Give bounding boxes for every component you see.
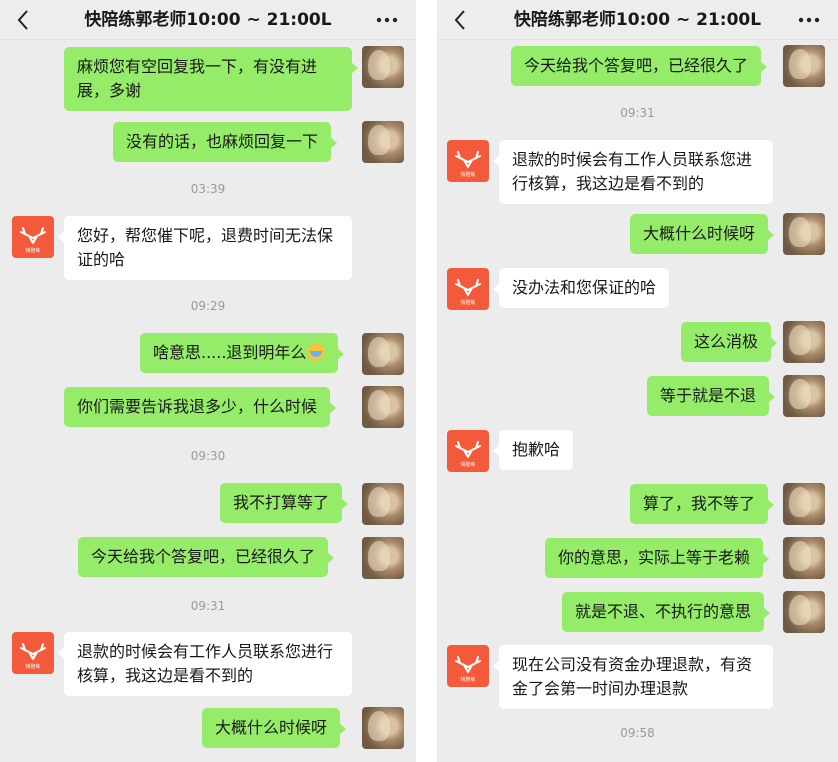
message-bubble-outgoing[interactable]: 你的意思，实际上等于老赖: [545, 538, 770, 578]
agent-logo-text: 快陪练: [25, 247, 40, 254]
timestamp: 09:31: [190, 599, 226, 613]
agent-logo-text: 快陪练: [460, 171, 475, 178]
user-avatar[interactable]: [783, 321, 825, 363]
message-bubble-outgoing[interactable]: 等于就是不退: [647, 376, 776, 416]
grinning-tears-emoji: [307, 343, 326, 361]
message-bubble-outgoing[interactable]: 今天给我个答复吧，已经很久了: [511, 46, 768, 86]
agent-logo-text: 快陪练: [460, 299, 475, 306]
message-text: 啥意思.....退到明年么: [153, 343, 307, 362]
message-bubble-outgoing[interactable]: 今天给我个答复吧，已经很久了: [78, 537, 335, 577]
agent-avatar[interactable]: 快陪练: [447, 430, 489, 472]
chat-title: 快陪练郭老师10:00 ~ 21:00L: [513, 10, 762, 30]
user-avatar[interactable]: [362, 483, 404, 525]
message-bubble-outgoing[interactable]: 算了，我不等了: [630, 484, 775, 524]
message-bubble-incoming[interactable]: 您好，帮您催下呢，退费时间无法保证的哈: [58, 216, 352, 280]
user-avatar[interactable]: [783, 375, 825, 417]
agent-avatar[interactable]: 快陪练: [447, 645, 489, 687]
chat-header: 快陪练郭老师10:00 ~ 21:00L: [437, 0, 838, 40]
user-avatar[interactable]: [783, 591, 825, 633]
timestamp: 09:30: [190, 449, 226, 463]
message-bubble-incoming[interactable]: 退款的时候会有工作人员联系您进行核算，我这边是看不到的: [493, 140, 773, 204]
user-avatar[interactable]: [783, 537, 825, 579]
user-avatar[interactable]: [783, 213, 825, 255]
chevron-left-icon: [17, 10, 28, 30]
chat-title: 快陪练郭老师10:00 ~ 21:00L: [84, 10, 332, 30]
chat-panel-left: 快陪练郭老师10:00 ~ 21:00L 麻烦您有空回复我一下，有没有进展，多谢…: [0, 0, 416, 762]
message-bubble-outgoing[interactable]: 就是不退、不执行的意思: [562, 592, 771, 632]
user-avatar[interactable]: [362, 121, 404, 163]
user-avatar[interactable]: [362, 46, 404, 88]
agent-logo-text: 快陪练: [460, 676, 475, 683]
chevron-left-icon: [454, 10, 465, 30]
user-avatar[interactable]: [362, 386, 404, 428]
message-bubble-incoming[interactable]: 抱歉哈: [492, 430, 574, 470]
timestamp: 09:29: [190, 299, 226, 313]
more-button[interactable]: [796, 6, 822, 34]
agent-logo-text: 快陪练: [25, 663, 40, 670]
deer-logo-icon: 快陪练: [20, 227, 46, 254]
deer-logo-icon: 快陪练: [20, 643, 46, 670]
agent-avatar[interactable]: 快陪练: [12, 632, 54, 674]
message-bubble-incoming[interactable]: 现在公司没有资金办理退款，有资金了会第一时间办理退款: [493, 645, 773, 709]
message-bubble-outgoing[interactable]: 啥意思.....退到明年么: [140, 333, 345, 373]
user-avatar[interactable]: [783, 483, 825, 525]
message-bubble-outgoing[interactable]: 你们需要告诉我退多少，什么时候: [64, 387, 337, 427]
agent-logo-text: 快陪练: [460, 461, 475, 468]
message-bubble-outgoing[interactable]: 大概什么时候呀: [202, 708, 347, 748]
more-dots-icon: [376, 17, 398, 23]
message-bubble-outgoing[interactable]: 我不打算等了: [220, 483, 349, 523]
deer-logo-icon: 快陪练: [455, 151, 481, 178]
back-button[interactable]: [447, 6, 473, 34]
back-button[interactable]: [10, 6, 36, 34]
timestamp: 03:39: [190, 182, 226, 196]
user-avatar[interactable]: [362, 537, 404, 579]
deer-logo-icon: 快陪练: [455, 441, 481, 468]
agent-avatar[interactable]: 快陪练: [447, 140, 489, 182]
chat-header: 快陪练郭老师10:00 ~ 21:00L: [0, 0, 416, 40]
more-dots-icon: [798, 17, 820, 23]
timestamp: 09:31: [620, 106, 655, 120]
timestamp: 09:58: [620, 726, 655, 740]
message-bubble-outgoing[interactable]: 没有的话，也麻烦回复一下: [113, 122, 338, 162]
message-bubble-incoming[interactable]: 退款的时候会有工作人员联系您进行核算，我这边是看不到的: [58, 632, 352, 696]
user-avatar[interactable]: [783, 45, 825, 87]
deer-logo-icon: 快陪练: [455, 279, 481, 306]
agent-avatar[interactable]: 快陪练: [12, 216, 54, 258]
user-avatar[interactable]: [362, 707, 404, 749]
user-avatar[interactable]: [362, 333, 404, 375]
deer-logo-icon: 快陪练: [455, 656, 481, 683]
agent-avatar[interactable]: 快陪练: [447, 268, 489, 310]
message-bubble-outgoing[interactable]: 大概什么时候呀: [630, 214, 775, 254]
chat-panel-right: 快陪练郭老师10:00 ~ 21:00L 今天给我个答复吧，已经很久了 09:3…: [437, 0, 838, 762]
message-bubble-incoming[interactable]: 没办法和您保证的哈: [492, 268, 670, 308]
more-button[interactable]: [374, 6, 400, 34]
message-bubble-outgoing[interactable]: 麻烦您有空回复我一下，有没有进展，多谢: [64, 47, 358, 111]
message-bubble-outgoing[interactable]: 这么消极: [681, 322, 778, 362]
